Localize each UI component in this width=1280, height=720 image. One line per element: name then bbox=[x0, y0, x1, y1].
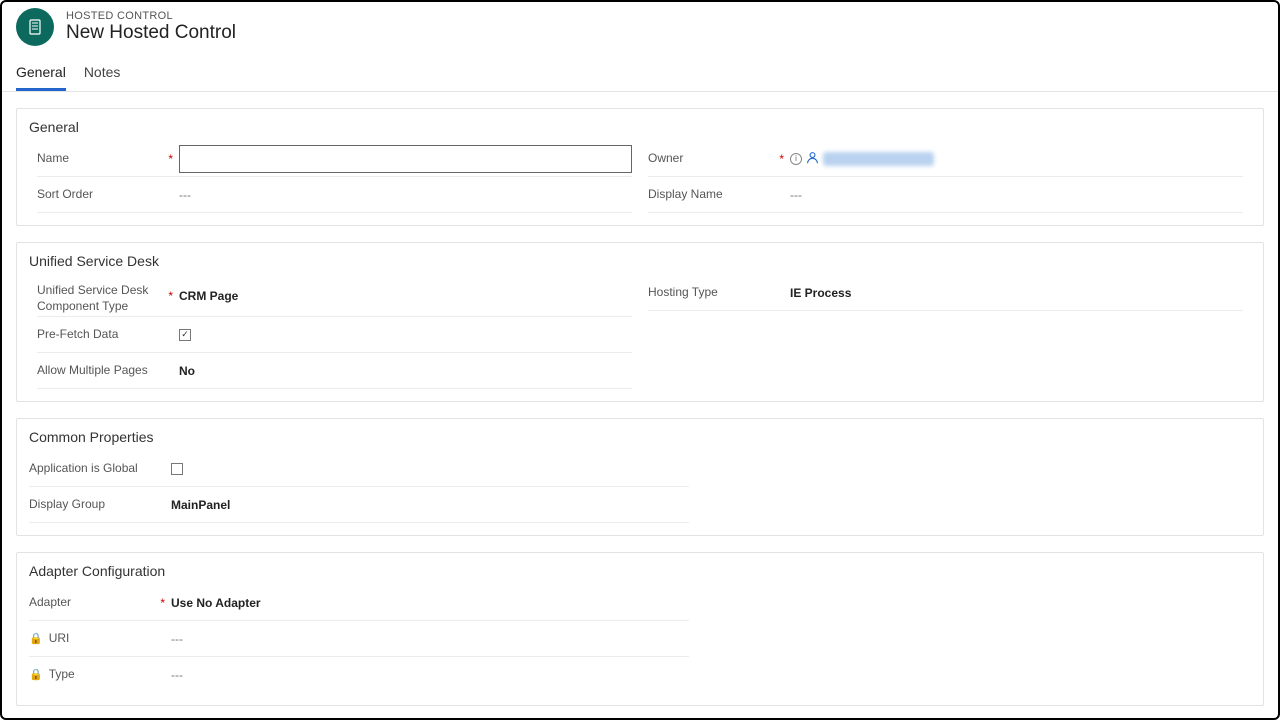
adapter-label: Adapter bbox=[29, 595, 159, 611]
page-title: New Hosted Control bbox=[66, 22, 236, 45]
type-value: --- bbox=[171, 668, 689, 682]
app-global-label: Application is Global bbox=[29, 461, 159, 477]
section-adapter: Adapter Configuration Adapter * Use No A… bbox=[16, 552, 1264, 706]
form-tabs: General Notes bbox=[2, 50, 1278, 92]
prefetch-label: Pre-Fetch Data bbox=[37, 327, 167, 343]
uri-label-text: URI bbox=[49, 631, 70, 647]
entity-icon bbox=[16, 8, 54, 46]
tab-general[interactable]: General bbox=[16, 64, 66, 91]
section-usd: Unified Service Desk Unified Service Des… bbox=[16, 242, 1264, 402]
hosting-type-value[interactable]: IE Process bbox=[790, 286, 1243, 300]
hosting-type-label: Hosting Type bbox=[648, 285, 778, 301]
app-global-checkbox[interactable] bbox=[171, 463, 183, 475]
lock-icon: 🔒 bbox=[29, 668, 43, 682]
entity-type-label: HOSTED CONTROL bbox=[66, 10, 236, 22]
type-label: 🔒 Type bbox=[29, 667, 159, 683]
multi-pages-value[interactable]: No bbox=[179, 364, 632, 378]
section-common: Common Properties Application is Global … bbox=[16, 418, 1264, 536]
section-general-title: General bbox=[17, 109, 1263, 141]
section-adapter-title: Adapter Configuration bbox=[17, 553, 1263, 585]
tab-notes[interactable]: Notes bbox=[84, 64, 121, 91]
owner-label: Owner bbox=[648, 151, 778, 167]
type-label-text: Type bbox=[49, 667, 75, 683]
section-general: General Name * Sort Order --- bbox=[16, 108, 1264, 226]
sort-order-value[interactable]: --- bbox=[179, 188, 632, 202]
component-type-value[interactable]: CRM Page bbox=[179, 289, 632, 303]
required-marker: * bbox=[167, 289, 179, 303]
required-marker: * bbox=[778, 152, 790, 166]
section-common-title: Common Properties bbox=[17, 419, 1263, 451]
name-label: Name bbox=[37, 151, 167, 167]
display-name-label: Display Name bbox=[648, 187, 778, 203]
required-marker: * bbox=[167, 152, 179, 166]
page-header: HOSTED CONTROL New Hosted Control bbox=[2, 2, 1278, 50]
adapter-value[interactable]: Use No Adapter bbox=[171, 596, 689, 610]
uri-value: --- bbox=[171, 632, 689, 646]
uri-label: 🔒 URI bbox=[29, 631, 159, 647]
owner-value[interactable]: i redacted username bbox=[790, 151, 934, 167]
sort-order-label: Sort Order bbox=[37, 187, 167, 203]
display-group-value[interactable]: MainPanel bbox=[171, 498, 689, 512]
multi-pages-label: Allow Multiple Pages bbox=[37, 363, 167, 379]
lock-icon: 🔒 bbox=[29, 632, 43, 646]
section-usd-title: Unified Service Desk bbox=[17, 243, 1263, 275]
display-group-label: Display Group bbox=[29, 497, 159, 513]
hosted-control-icon bbox=[27, 19, 43, 35]
form-content: General Name * Sort Order --- bbox=[2, 92, 1278, 706]
prefetch-checkbox[interactable]: ✓ bbox=[179, 329, 191, 341]
required-marker: * bbox=[159, 596, 171, 610]
info-icon: i bbox=[790, 153, 802, 165]
header-text: HOSTED CONTROL New Hosted Control bbox=[66, 10, 236, 45]
owner-name: redacted username bbox=[823, 152, 934, 166]
display-name-value[interactable]: --- bbox=[790, 188, 1243, 202]
name-input[interactable] bbox=[179, 145, 632, 173]
component-type-label: Unified Service Desk Component Type bbox=[37, 277, 167, 314]
person-icon bbox=[806, 151, 819, 167]
